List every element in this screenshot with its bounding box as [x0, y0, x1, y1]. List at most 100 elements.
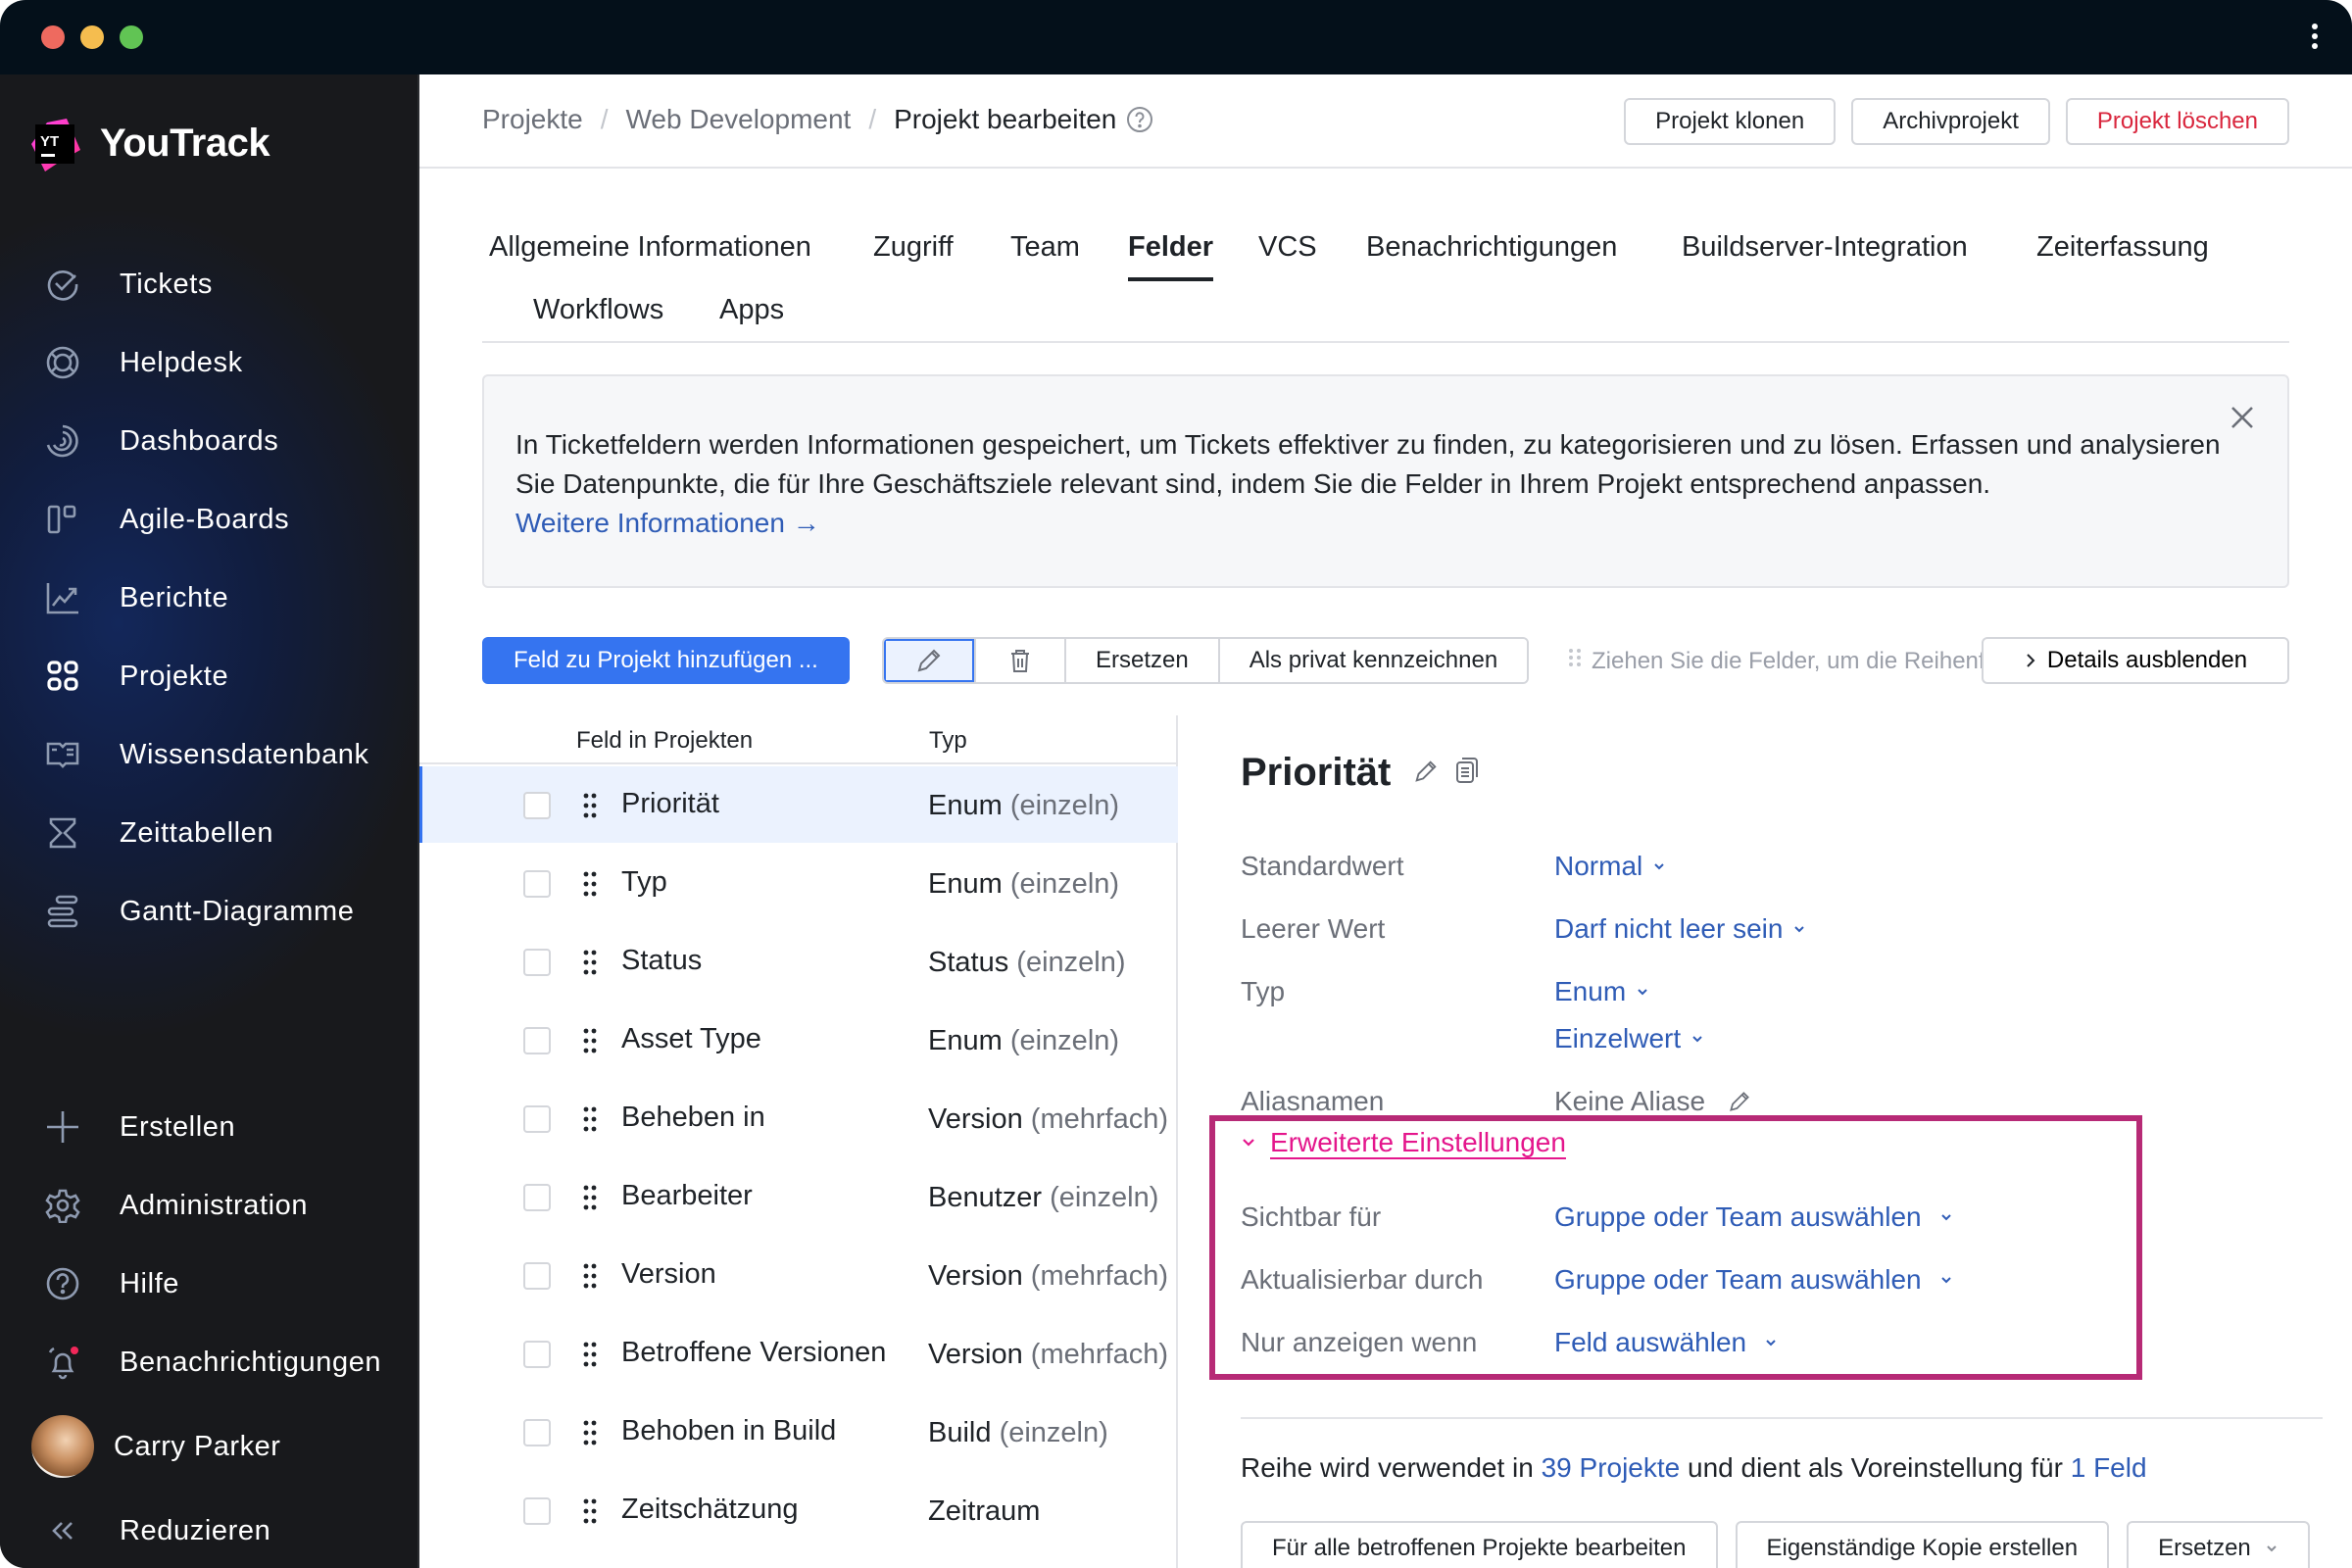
sidebar-item-benachrichtigungen[interactable]: Benachrichtigungen: [0, 1323, 419, 1401]
tab-benachrichtigungen[interactable]: Benachrichtigungen: [1366, 231, 1617, 264]
drag-handle-icon[interactable]: [582, 1419, 598, 1451]
advanced-settings-toggle[interactable]: Erweiterte Einstellungen: [1241, 1127, 1566, 1158]
help-icon[interactable]: [1126, 106, 1153, 133]
edit-field-button[interactable]: [884, 639, 976, 682]
row-checkbox[interactable]: [523, 870, 551, 898]
label-type: Typ: [1241, 976, 1286, 1006]
table-row[interactable]: Betroffene Versionen Version (mehrfach): [419, 1315, 1178, 1392]
sidebar-item-dashboards[interactable]: Dashboards: [0, 402, 419, 480]
sidebar-item-helpdesk[interactable]: Helpdesk: [0, 323, 419, 402]
fields-link[interactable]: 1 Feld: [2071, 1452, 2147, 1483]
breadcrumb-web-development[interactable]: Web Development: [626, 104, 852, 135]
chevron-down-icon: [1654, 863, 1664, 870]
sidebar-item-administration[interactable]: Administration: [0, 1166, 419, 1245]
drag-handle-icon: [1568, 647, 1582, 675]
row-checkbox[interactable]: [523, 949, 551, 976]
sidebar-item-wissensdatenbank[interactable]: Wissensdatenbank: [0, 715, 419, 794]
drag-handle-icon[interactable]: [582, 1341, 598, 1373]
field-details-panel: Priorität Standardwert Normal Leerer Wer…: [1180, 715, 2352, 1568]
row-checkbox[interactable]: [523, 792, 551, 819]
tab-zugriff[interactable]: Zugriff: [873, 231, 954, 264]
table-row[interactable]: Priorität Enum (einzeln): [419, 766, 1178, 843]
row-checkbox[interactable]: [523, 1262, 551, 1290]
row-checkbox[interactable]: [523, 1027, 551, 1054]
pencil-icon[interactable]: [1412, 751, 1440, 795]
drag-handle-icon[interactable]: [582, 1497, 598, 1530]
table-row[interactable]: Status Status (einzeln): [419, 923, 1178, 1000]
sidebar-item-berichte[interactable]: Berichte: [0, 559, 419, 637]
default-value-select[interactable]: Normal: [1554, 851, 1666, 882]
table-row[interactable]: Behoben in Build Build (einzeln): [419, 1394, 1178, 1470]
tab-felder[interactable]: Felder: [1128, 231, 1214, 281]
tab-allgemeine-informationen[interactable]: Allgemeine Informationen: [489, 231, 811, 264]
replace-dropdown-button[interactable]: Ersetzen: [2127, 1521, 2310, 1568]
add-field-button[interactable]: Feld zu Projekt hinzufügen ...: [482, 637, 850, 684]
tab-buildserver-integration[interactable]: Buildserver-Integration: [1682, 231, 1968, 264]
tab-apps[interactable]: Apps: [719, 294, 784, 326]
collapse-sidebar-button[interactable]: Reduzieren: [0, 1492, 419, 1568]
updatable-by-select[interactable]: Gruppe oder Team auswählen: [1554, 1264, 1953, 1296]
row-checkbox[interactable]: [523, 1184, 551, 1211]
tab-vcs[interactable]: VCS: [1258, 231, 1317, 264]
tab-zeiterfassung[interactable]: Zeiterfassung: [2036, 231, 2209, 264]
youtrack-logo-icon: YT: [24, 111, 88, 175]
row-checkbox[interactable]: [523, 1105, 551, 1133]
table-row[interactable]: Zeitschätzung Zeitraum: [419, 1472, 1178, 1548]
multiplicity-select[interactable]: Einzelwert: [1554, 1023, 1704, 1054]
chevron-down-icon: [1940, 1277, 1951, 1284]
learn-more-link[interactable]: Weitere Informationen →: [515, 508, 820, 538]
standalone-copy-button[interactable]: Eigenständige Kopie erstellen: [1735, 1521, 2110, 1568]
table-row[interactable]: Version Version (mehrfach): [419, 1237, 1178, 1313]
brand[interactable]: YT YouTrack: [24, 104, 270, 182]
sidebar-item-agile-boards[interactable]: Agile-Boards: [0, 480, 419, 559]
drag-handle-icon[interactable]: [582, 949, 598, 981]
label-empty-value: Leerer Wert: [1241, 913, 1386, 944]
chevron-down-icon: [1638, 989, 1647, 996]
row-checkbox[interactable]: [523, 1497, 551, 1525]
sidebar-item-hilfe[interactable]: Hilfe: [0, 1245, 419, 1323]
sidebar-item-gantt-diagramme[interactable]: Gantt-Diagramme: [0, 872, 419, 951]
tab-workflows[interactable]: Workflows: [533, 294, 663, 326]
user-profile[interactable]: Carry Parker: [0, 1401, 419, 1492]
empty-value-select[interactable]: Darf nicht leer sein: [1554, 913, 1806, 945]
visible-for-select[interactable]: Gruppe oder Team auswählen: [1554, 1201, 1953, 1233]
table-row[interactable]: Typ Enum (einzeln): [419, 845, 1178, 921]
more-vertical-icon[interactable]: [2311, 24, 2319, 51]
projects-link[interactable]: 39 Projekte: [1542, 1452, 1681, 1483]
drag-handle-icon[interactable]: [582, 1184, 598, 1216]
edit-all-projects-button[interactable]: Für alle betroffenen Projekte bearbeiten: [1241, 1521, 1718, 1568]
mark-private-button[interactable]: Als privat kennzeichnen: [1219, 639, 1528, 682]
drag-handle-icon[interactable]: [582, 870, 598, 903]
maximize-window-button[interactable]: [120, 25, 143, 49]
breadcrumb-projekte[interactable]: Projekte: [482, 104, 583, 135]
archive-project-button[interactable]: Archivprojekt: [1851, 98, 2050, 145]
clone-project-button[interactable]: Projekt klonen: [1624, 98, 1837, 145]
delete-project-button[interactable]: Projekt löschen: [2065, 98, 2289, 145]
row-checkbox[interactable]: [523, 1419, 551, 1446]
drag-handle-icon[interactable]: [582, 1262, 598, 1295]
sidebar-item-projekte[interactable]: Projekte: [0, 637, 419, 715]
drag-handle-icon[interactable]: [582, 792, 598, 824]
hide-details-button[interactable]: Details ausblenden: [1982, 637, 2289, 684]
table-row[interactable]: Beheben in Version (mehrfach): [419, 1080, 1178, 1156]
tab-team[interactable]: Team: [1010, 231, 1080, 264]
delete-field-button[interactable]: [976, 639, 1066, 682]
pencil-icon[interactable]: [1727, 1089, 1752, 1114]
table-row[interactable]: Asset Type Enum (einzeln): [419, 1002, 1178, 1078]
close-icon[interactable]: [2225, 400, 2260, 435]
show-only-if-select[interactable]: Feld auswählen: [1554, 1327, 1778, 1358]
replace-field-button[interactable]: Ersetzen: [1066, 639, 1220, 682]
minimize-window-button[interactable]: [80, 25, 104, 49]
sidebar-item-tickets[interactable]: Tickets: [0, 245, 419, 323]
type-select[interactable]: Enum: [1554, 976, 1649, 1007]
drag-handle-icon[interactable]: [582, 1027, 598, 1059]
field-name: Typ: [621, 866, 667, 898]
table-row[interactable]: Bearbeiter Benutzer (einzeln): [419, 1158, 1178, 1235]
row-checkbox[interactable]: [523, 1341, 551, 1368]
sidebar-item-erstellen[interactable]: Erstellen: [0, 1088, 419, 1166]
drag-handle-icon[interactable]: [582, 1105, 598, 1138]
field-type: Enum (einzeln): [928, 1025, 1120, 1056]
close-window-button[interactable]: [41, 25, 65, 49]
sidebar-item-zeittabellen[interactable]: Zeittabellen: [0, 794, 419, 872]
copy-icon[interactable]: [1453, 751, 1481, 795]
